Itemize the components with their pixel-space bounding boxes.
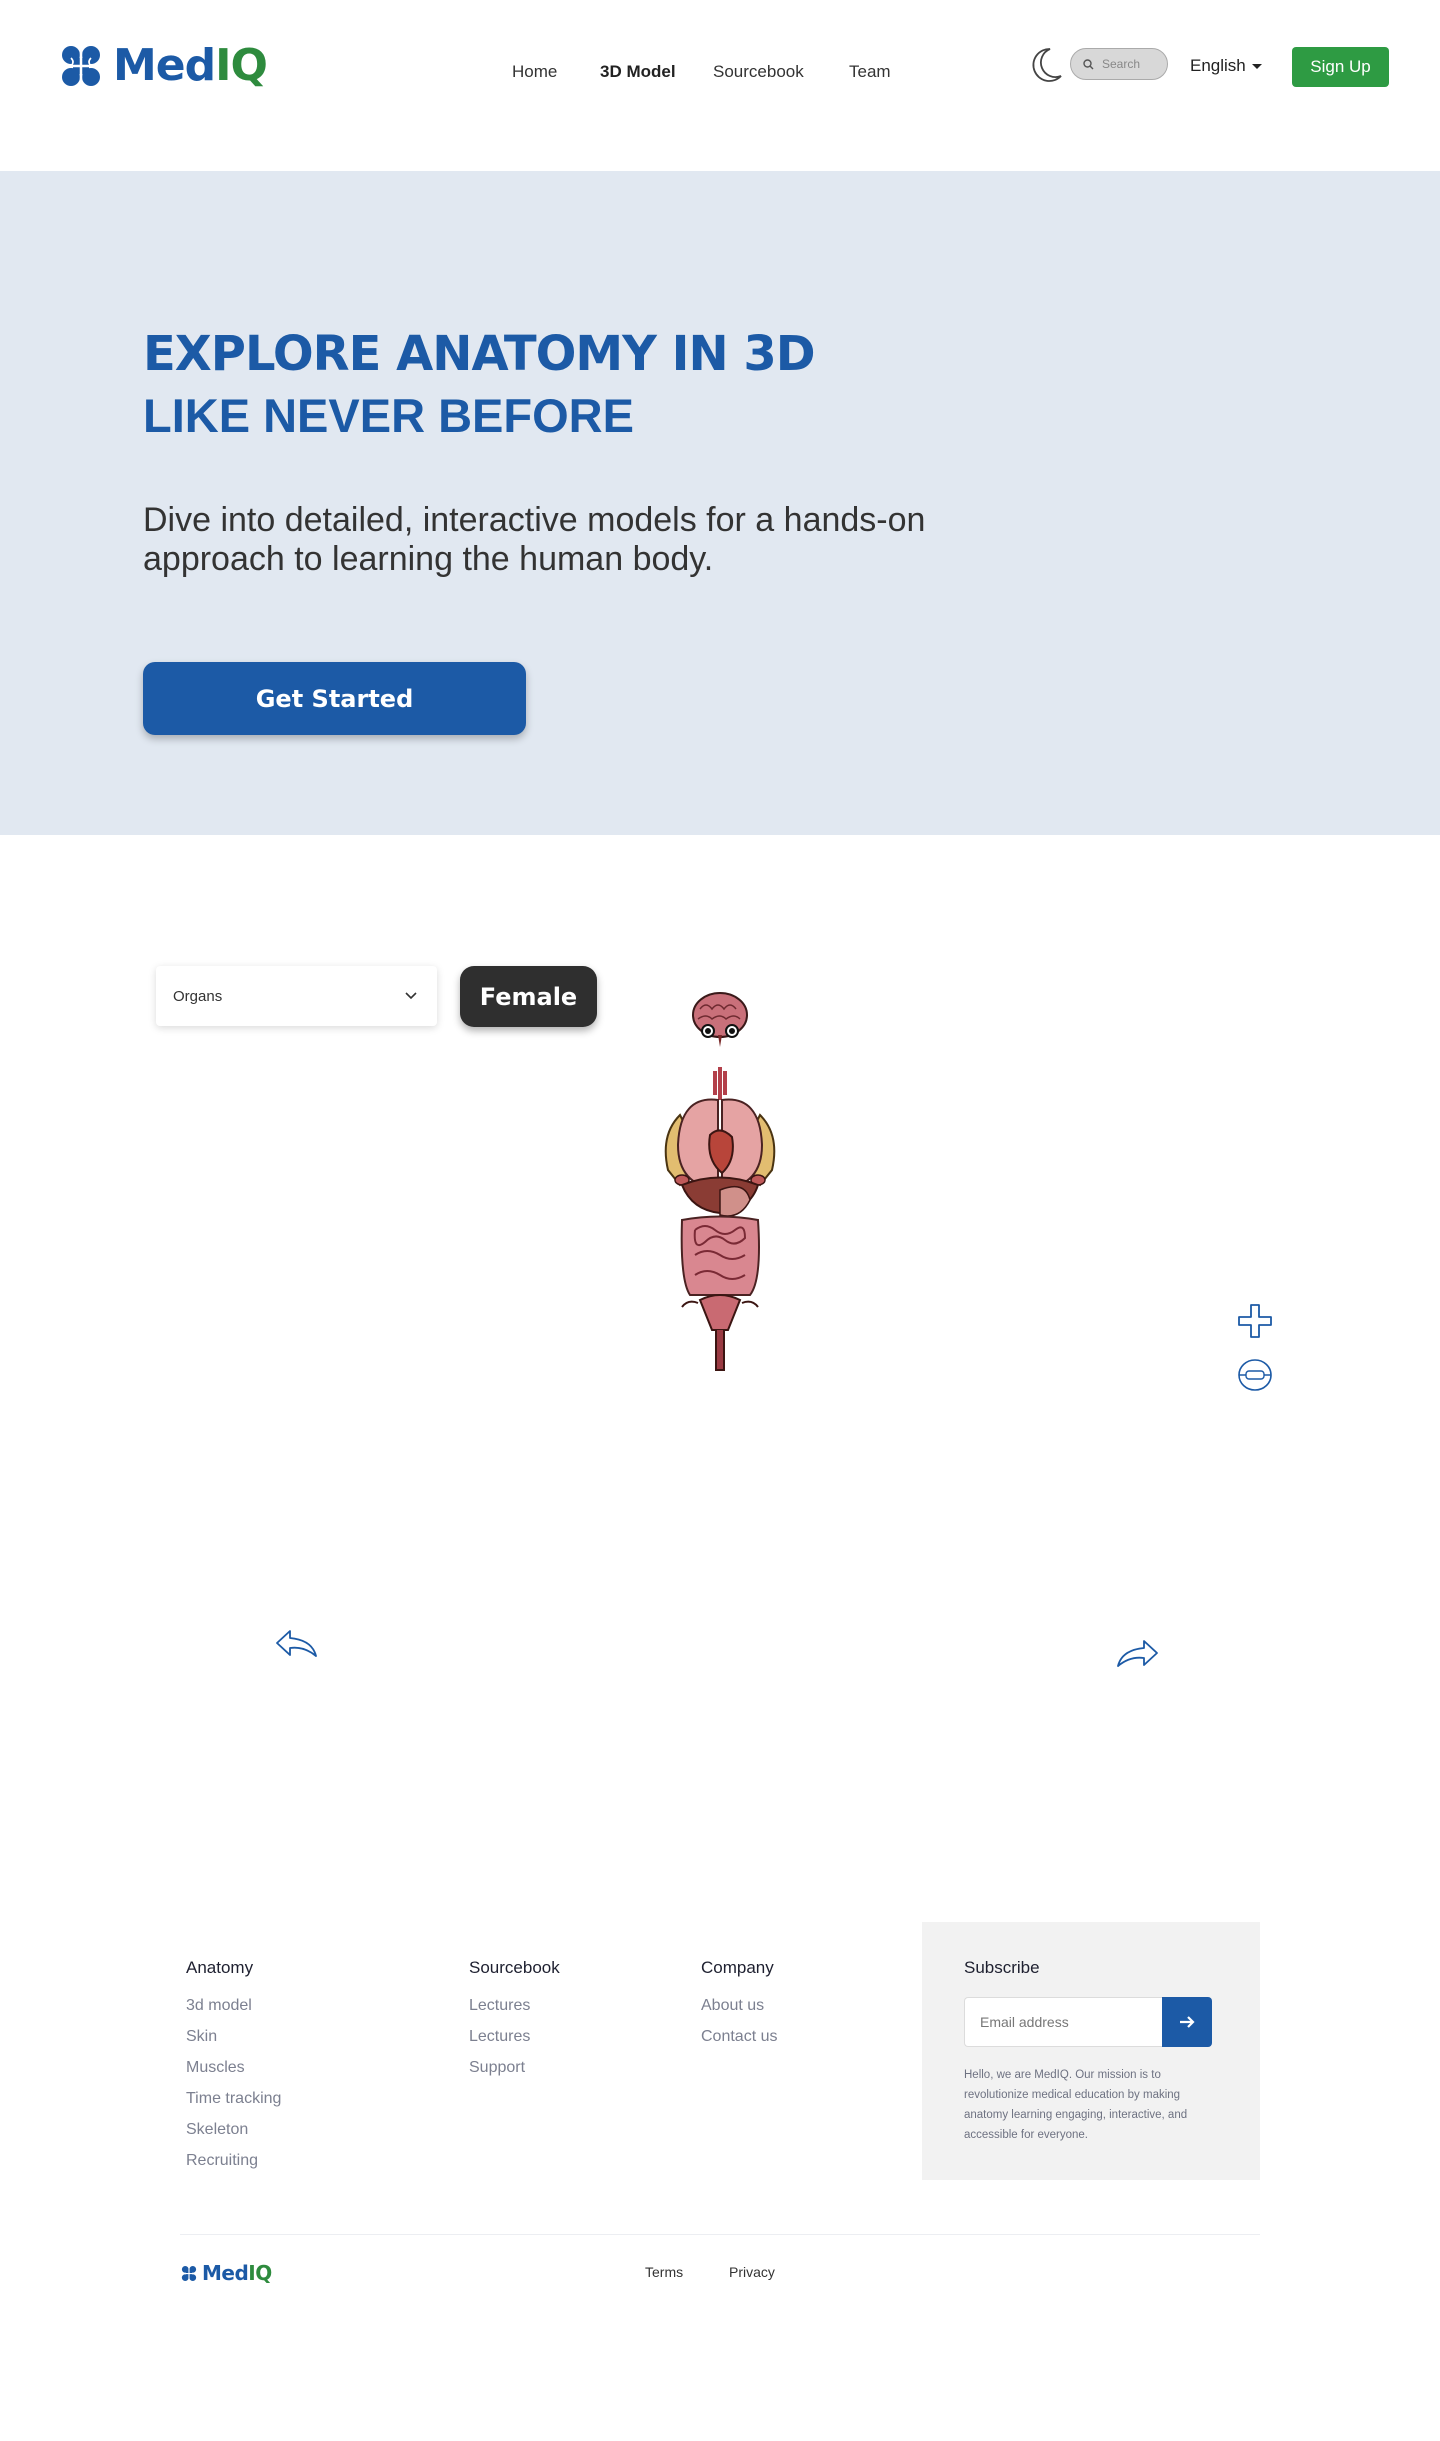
- footer-link[interactable]: Time tracking: [186, 2090, 281, 2108]
- rotate-left-arrow-icon[interactable]: [274, 1628, 320, 1664]
- rotate-right-arrow-icon[interactable]: [1114, 1638, 1160, 1674]
- hero-section: EXPLORE ANATOMY IN 3D LIKE NEVER BEFORE …: [0, 171, 1440, 835]
- footer-logo[interactable]: MedIQ: [180, 2263, 272, 2283]
- gender-toggle-button[interactable]: Female: [460, 966, 597, 1027]
- footer-col-title: Company: [701, 1958, 774, 1977]
- footer-link[interactable]: Lectures: [469, 2028, 560, 2046]
- signup-button[interactable]: Sign Up: [1292, 47, 1389, 87]
- brand-name-med: Med: [202, 2261, 249, 2285]
- hero-description: Dive into detailed, interactive models f…: [143, 501, 926, 578]
- language-select[interactable]: English: [1190, 56, 1262, 76]
- footer-link[interactable]: Muscles: [186, 2059, 281, 2077]
- footer-col-company: Company About us Contact us: [701, 1958, 777, 2059]
- footer-col-anatomy: Anatomy 3d model Skin Muscles Time track…: [186, 1958, 281, 2183]
- subscribe-title: Subscribe: [964, 1958, 1040, 1977]
- subscribe-text: Hello, we are MedIQ. Our mission is to r…: [964, 2069, 1188, 2141]
- human-organs-model[interactable]: [640, 985, 800, 1375]
- search-box[interactable]: [1070, 48, 1168, 80]
- reset-view-icon[interactable]: [1236, 1358, 1274, 1392]
- email-field[interactable]: [964, 1997, 1162, 2047]
- body-system-select[interactable]: Organs: [156, 966, 437, 1026]
- trachea: [713, 1067, 727, 1100]
- brain-clover-logo-icon: [181, 2265, 197, 2281]
- nav-home[interactable]: Home: [512, 62, 600, 82]
- privacy-link[interactable]: Privacy: [729, 2264, 775, 2280]
- uterus: [698, 1294, 742, 1331]
- site-header: MedIQ Home 3D Model Sourcebook Team Engl…: [0, 0, 1440, 171]
- footer-col-title: Sourcebook: [469, 1958, 560, 1977]
- brand-name-iq: IQ: [248, 2261, 272, 2285]
- nav-3d-model[interactable]: 3D Model: [600, 62, 713, 82]
- hero-subtitle: LIKE NEVER BEFORE: [143, 389, 634, 442]
- nav-team[interactable]: Team: [849, 62, 891, 82]
- brand-name-iq: IQ: [215, 40, 268, 91]
- footer-link[interactable]: Lectures: [469, 1997, 560, 2015]
- footer-col-title: Anatomy: [186, 1958, 254, 1977]
- chevron-down-icon: [405, 992, 417, 1000]
- moon-icon[interactable]: [1030, 46, 1064, 84]
- search-icon: [1083, 58, 1094, 69]
- footer-link[interactable]: Support: [469, 2059, 560, 2077]
- body-system-value: Organs: [173, 987, 223, 1005]
- plus-icon[interactable]: [1236, 1302, 1274, 1340]
- language-label: English: [1190, 56, 1246, 75]
- brand-name-med: Med: [113, 40, 216, 91]
- brain-organ: [692, 992, 748, 1047]
- subscribe-panel: Subscribe Hello, we are MedIQ. Our missi…: [922, 1922, 1260, 2180]
- get-started-button[interactable]: Get Started: [143, 662, 526, 735]
- stomach: [719, 1185, 751, 1217]
- footer-link[interactable]: Recruiting: [186, 2152, 281, 2170]
- vagina-canal: [715, 1330, 725, 1371]
- brain-clover-logo-icon: [62, 46, 100, 86]
- subscribe-form: [964, 1997, 1212, 2047]
- hero-title: EXPLORE ANATOMY IN 3D: [143, 326, 816, 382]
- main-nav: Home 3D Model Sourcebook Team: [512, 62, 891, 82]
- footer-link[interactable]: Contact us: [701, 2028, 777, 2046]
- footer-link[interactable]: Skin: [186, 2028, 281, 2046]
- subscribe-button[interactable]: [1162, 1997, 1212, 2047]
- footer-link[interactable]: Skeleton: [186, 2121, 281, 2139]
- caret-down-icon: [1251, 63, 1262, 69]
- brand-logo[interactable]: MedIQ: [57, 44, 268, 88]
- search-input[interactable]: [1102, 57, 1164, 71]
- footer-col-sourcebook: Sourcebook Lectures Lectures Support: [469, 1958, 560, 2090]
- nav-sourcebook[interactable]: Sourcebook: [713, 62, 849, 82]
- terms-link[interactable]: Terms: [645, 2264, 683, 2280]
- footer-link[interactable]: About us: [701, 1997, 777, 2015]
- arrow-right-icon: [1180, 2016, 1195, 2028]
- footer-divider: [180, 2234, 1260, 2235]
- footer-link[interactable]: 3d model: [186, 1997, 281, 2015]
